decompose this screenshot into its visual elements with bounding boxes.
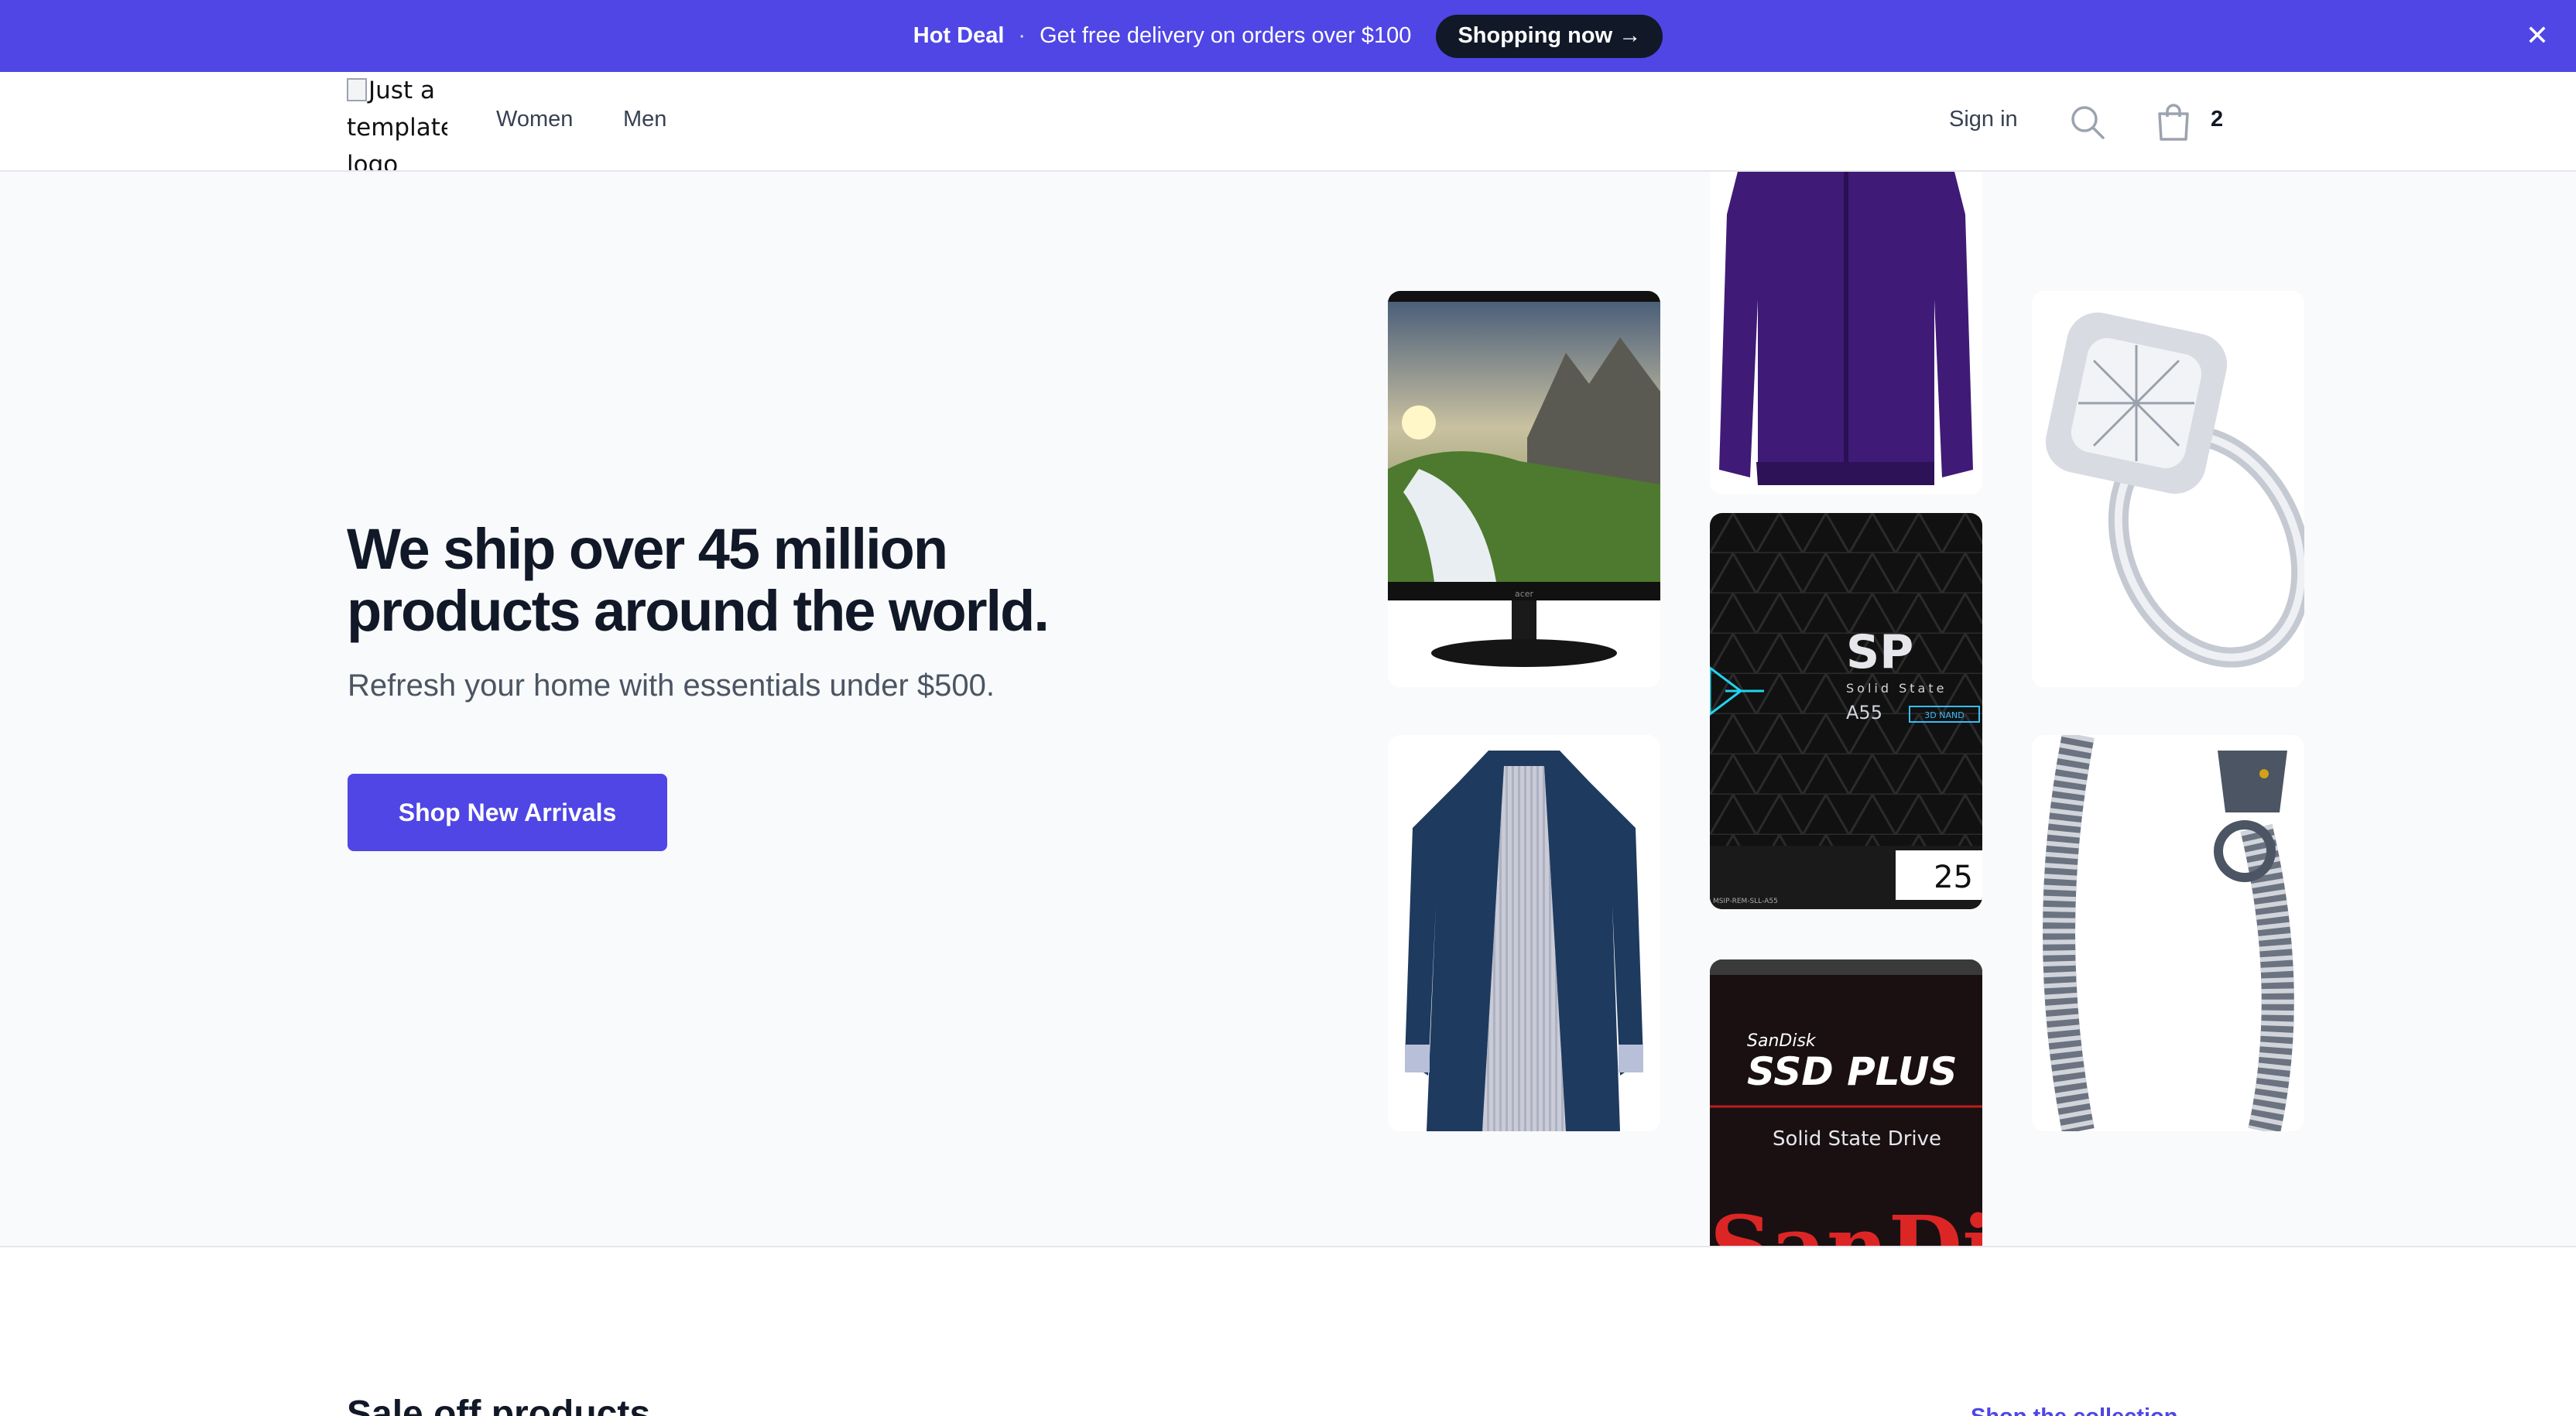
sign-in-link[interactable]: Sign in	[1949, 107, 2018, 132]
logo-link[interactable]: Just a template logo	[347, 72, 447, 170]
ssd-badge: 3D NAND	[1924, 710, 1964, 720]
monitor-brand-text: acer	[1515, 589, 1534, 599]
product-image-sandisk-ssd: SanDisk SSD PLUS Solid State Drive SanDi…	[1710, 959, 1982, 1247]
sandisk-subtitle: Solid State Drive	[1773, 1127, 1941, 1151]
product-image-ring	[2032, 291, 2304, 687]
hero-subtitle: Refresh your home with essentials under …	[348, 669, 995, 703]
product-image-sp-ssd: SP Solid State A55 3D NAND 25 MSIP-REM-S…	[1710, 513, 1982, 909]
shop-collection-link[interactable]: Shop the collection	[1971, 1404, 2177, 1416]
product-image-bracelet	[2032, 735, 2304, 1131]
sandisk-logo: SanDisk	[1710, 1197, 1982, 1247]
sandisk-product: SSD PLUS	[1747, 1049, 1958, 1094]
product-image-monitor: acer	[1388, 291, 1660, 687]
hot-deal-label: Hot Deal	[913, 23, 1005, 48]
section-title: Sale off products	[347, 1394, 651, 1416]
cart-count: 2	[2211, 107, 2224, 132]
shop-new-arrivals-button[interactable]: Shop New Arrivals	[348, 774, 667, 851]
ssd-line2: Solid State	[1846, 681, 1947, 696]
product-image-coat	[1388, 735, 1660, 1131]
nav-women[interactable]: Women	[496, 107, 573, 132]
search-icon[interactable]	[2068, 103, 2107, 142]
promo-message: Get free delivery on orders over $100	[1040, 23, 1412, 48]
hero-section: We ship over 45 million products around …	[0, 172, 2576, 1247]
shopping-bag-icon[interactable]	[2156, 103, 2191, 142]
nav-men[interactable]: Men	[623, 107, 666, 132]
announcement-bar: Hot Deal · Get free delivery on orders o…	[0, 0, 2576, 72]
product-image-jacket	[1710, 172, 1982, 494]
shopping-now-button[interactable]: Shopping now →	[1436, 14, 1663, 58]
sandisk-brand: SanDisk	[1747, 1031, 1817, 1051]
ssd-compliance-code: MSIP-REM-SLL-A55	[1713, 898, 1778, 905]
broken-image-icon	[347, 78, 367, 101]
close-icon[interactable]: ✕	[2522, 20, 2553, 51]
hero-title: We ship over 45 million products around …	[347, 517, 1050, 643]
ssd-logo-text: SP	[1846, 625, 1913, 679]
ssd-model: A55	[1846, 702, 1882, 723]
ssd-capacity: 25	[1934, 860, 1973, 895]
separator-dot: ·	[1018, 23, 1026, 48]
